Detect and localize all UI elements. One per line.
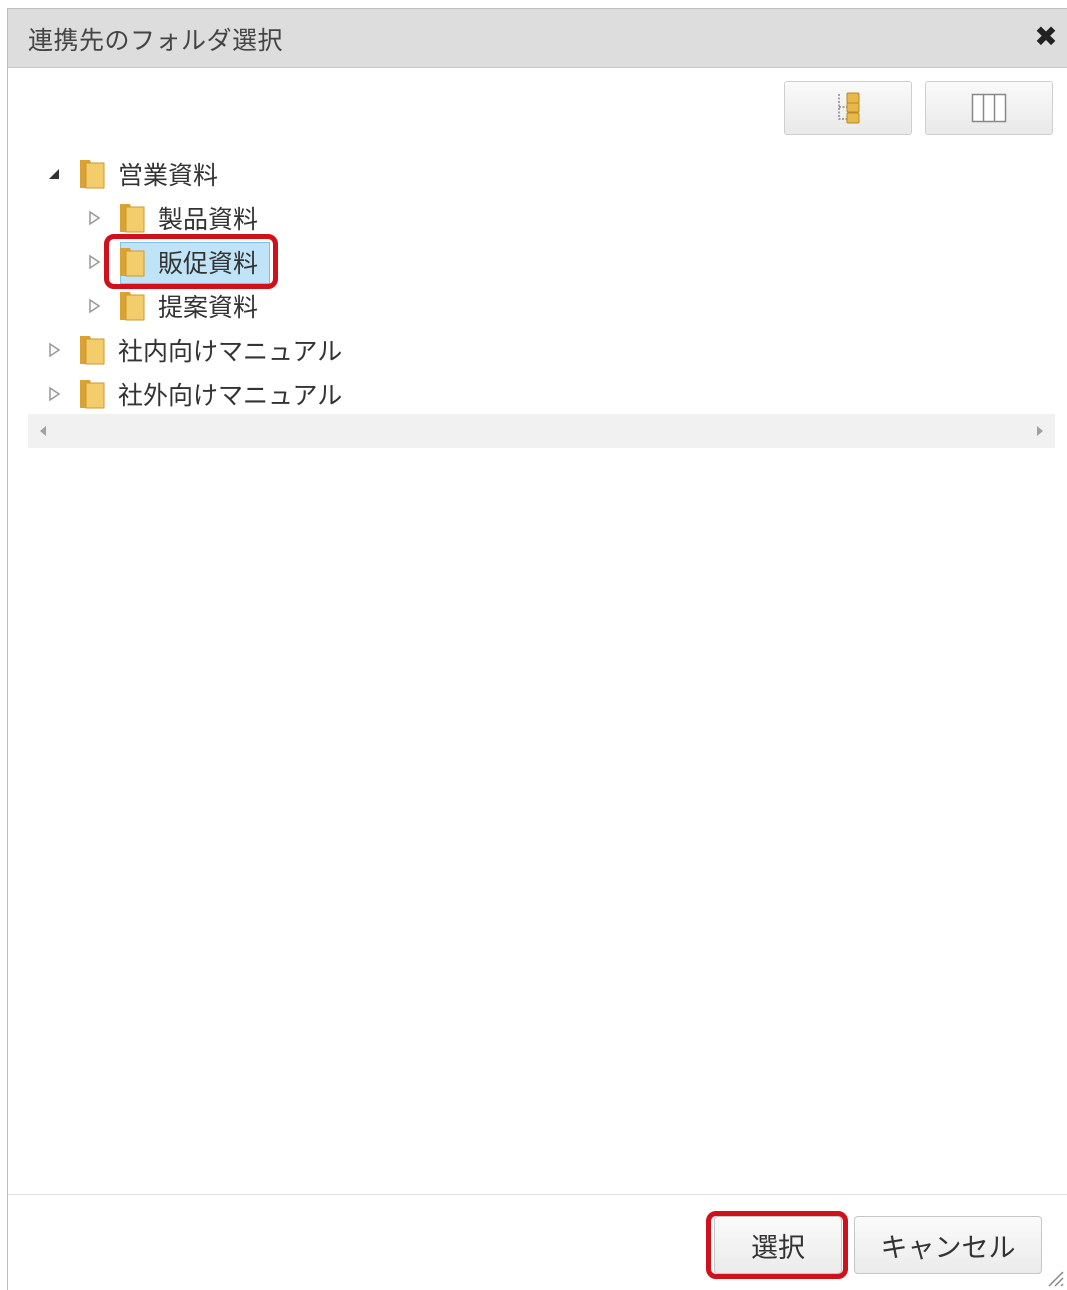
scroll-left-icon[interactable] xyxy=(38,425,48,437)
dialog-title: 連携先のフォルダ選択 xyxy=(28,26,284,55)
tree-node-eigyo[interactable]: 営業資料 xyxy=(44,154,222,194)
tree-node-label: 営業資料 xyxy=(118,161,219,190)
collapse-arrow-icon[interactable] xyxy=(44,164,64,184)
tree-view-icon xyxy=(838,92,860,124)
folder-icon xyxy=(80,336,105,365)
expand-arrow-icon[interactable] xyxy=(84,252,104,272)
resize-grip-icon[interactable] xyxy=(1043,1266,1065,1288)
tree-node-hansoku[interactable]: 販促資料 xyxy=(84,242,262,282)
expand-arrow-icon[interactable] xyxy=(84,208,104,228)
tree-node-label: 社外向けマニュアル xyxy=(118,381,343,410)
folder-icon xyxy=(120,248,145,277)
folder-icon xyxy=(120,204,145,233)
folder-icon xyxy=(80,160,105,189)
tree-node-seihin[interactable]: 製品資料 xyxy=(84,198,262,238)
tree-node-shanai-manual[interactable]: 社内向けマニュアル xyxy=(44,330,346,370)
column-view-icon xyxy=(971,93,1007,123)
tree-view-button[interactable] xyxy=(784,81,912,135)
cancel-button[interactable]: キャンセル xyxy=(854,1216,1042,1274)
dialog-titlebar[interactable]: 連携先のフォルダ選択 ✖ xyxy=(8,9,1067,68)
folder-icon xyxy=(120,292,145,321)
scroll-right-icon[interactable] xyxy=(1035,425,1045,437)
tree-node-label: 提案資料 xyxy=(158,293,259,322)
tree-node-teian[interactable]: 提案資料 xyxy=(84,286,262,326)
footer-divider xyxy=(8,1194,1067,1195)
tree-node-label: 販促資料 xyxy=(158,249,259,278)
column-view-button[interactable] xyxy=(925,81,1053,135)
tree-node-shagai-manual[interactable]: 社外向けマニュアル xyxy=(44,374,346,414)
expand-arrow-icon[interactable] xyxy=(84,296,104,316)
folder-icon xyxy=(80,380,105,409)
close-icon[interactable]: ✖ xyxy=(1032,23,1060,51)
horizontal-scrollbar[interactable] xyxy=(28,414,1055,448)
expand-arrow-icon[interactable] xyxy=(44,384,64,404)
expand-arrow-icon[interactable] xyxy=(44,340,64,360)
tree-node-label: 社内向けマニュアル xyxy=(118,337,343,366)
annotation-highlight-select xyxy=(706,1211,848,1279)
folder-select-dialog: 連携先のフォルダ選択 ✖ 営業資料 製品資料 販促資料 提案資料 社内向けマニュ… xyxy=(7,8,1067,1290)
tree-node-label: 製品資料 xyxy=(158,205,259,234)
